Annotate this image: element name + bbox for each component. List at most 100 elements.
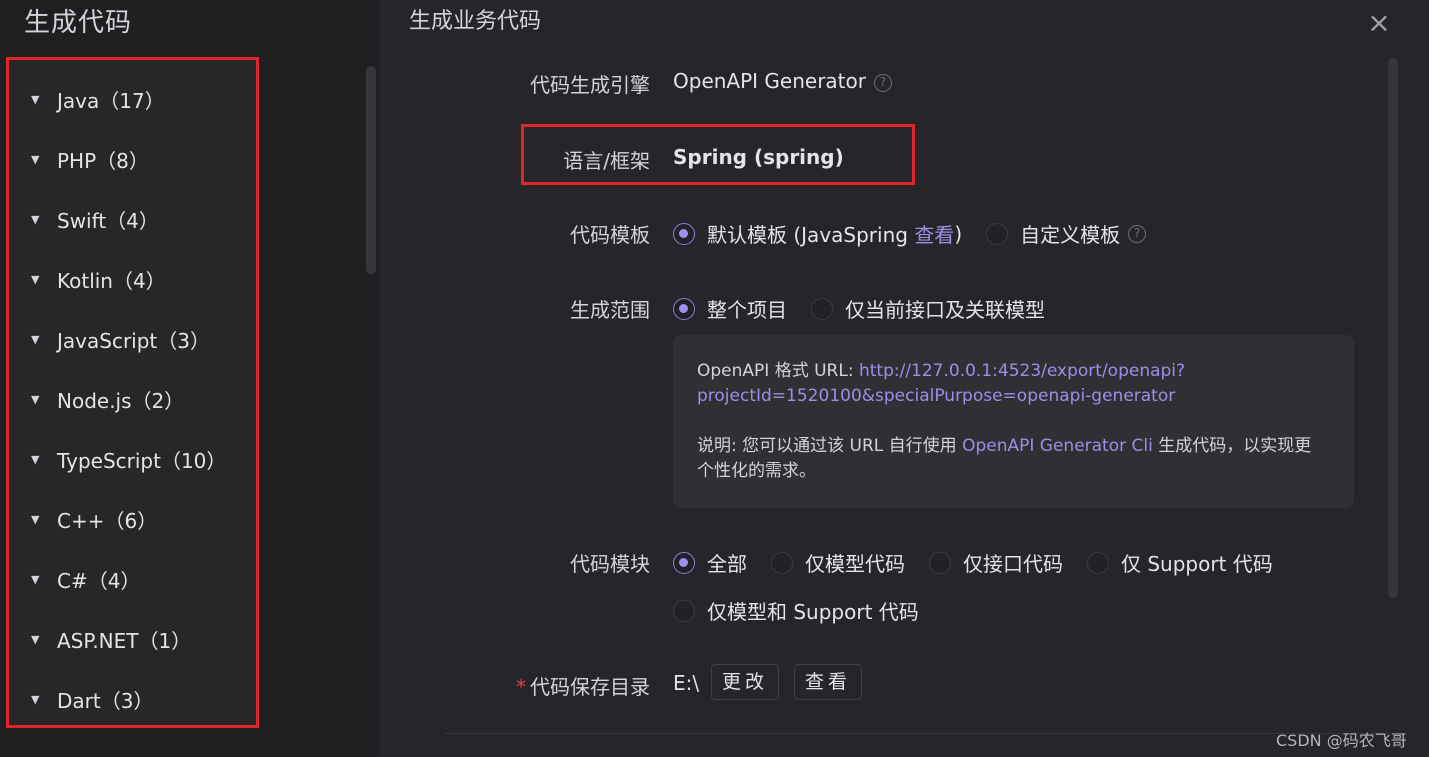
scope-radio-group: 整个项目 仅当前接口及关联模型 — [673, 294, 1069, 323]
view-dir-button[interactable]: 查看 — [794, 664, 862, 700]
watermark: CSDN @码农飞哥 — [1276, 731, 1407, 750]
radio-unselected[interactable] — [986, 222, 1009, 245]
caret-down-icon: ▼ — [31, 392, 40, 406]
language-sidebar: 生成代码 ▼ Java（17） ▼ PHP（8） ▼ Swift（4） ▼ Kotlin… — [0, 0, 380, 757]
dialog-title: 生成业务代码 — [409, 9, 542, 34]
engine-label: 代码生成引擎 — [530, 73, 650, 97]
help-icon[interactable]: ? — [1128, 224, 1147, 243]
module-option-model[interactable]: 仅模型代码 — [771, 548, 905, 577]
caret-down-icon: ▼ — [31, 692, 40, 706]
radio-unselected[interactable] — [811, 297, 833, 320]
radio-selected[interactable] — [673, 297, 695, 320]
template-option-default[interactable]: 默认模板 (JavaSpring 查看) — [673, 219, 962, 248]
change-dir-button[interactable]: 更改 — [711, 664, 779, 700]
dialog-scrollbar[interactable] — [1388, 58, 1398, 598]
language-label: JavaScript（3） — [57, 328, 210, 353]
sidebar-title: 生成代码 — [24, 8, 133, 38]
url-line: OpenAPI 格式 URL: http://127.0.0.1:4523/ex… — [697, 359, 1330, 384]
scope-option-current[interactable]: 仅当前接口及关联模型 — [811, 294, 1045, 323]
help-icon[interactable]: ? — [873, 73, 892, 92]
openapi-info-box: OpenAPI 格式 URL: http://127.0.0.1:4523/ex… — [673, 335, 1354, 508]
language-label: PHP（8） — [57, 148, 149, 173]
module-api-text: 仅接口代码 — [963, 552, 1063, 576]
radio-unselected[interactable] — [1087, 551, 1109, 574]
language-item-csharp[interactable]: ▼ C#（4） — [31, 564, 140, 594]
module-radio-group: 全部 仅模型代码 仅接口代码 仅 Support 代码 — [673, 548, 1297, 577]
language-item-aspnet[interactable]: ▼ ASP.NET（1） — [31, 624, 191, 654]
save-dir-value: E:\ — [673, 671, 700, 695]
caret-down-icon: ▼ — [31, 332, 40, 346]
language-item-typescript[interactable]: ▼ TypeScript（10） — [31, 444, 226, 474]
template-default-suffix: ) — [954, 221, 963, 246]
caret-down-icon: ▼ — [31, 272, 40, 286]
template-radio-group: 默认模板 (JavaSpring 查看) 自定义模板? — [673, 219, 1170, 248]
footer-divider — [444, 733, 1404, 734]
language-label: ASP.NET（1） — [57, 628, 192, 653]
language-label: Node.js（2） — [57, 388, 185, 413]
caret-down-icon: ▼ — [31, 92, 40, 106]
language-label: C#（4） — [57, 568, 141, 593]
language-item-dart[interactable]: ▼ Dart（3） — [31, 684, 153, 714]
generate-dialog: 生成业务代码 × 代码生成引擎 OpenAPI Generator? 语言/框架… — [380, 0, 1429, 757]
module-all-text: 全部 — [707, 552, 747, 576]
view-template-link[interactable]: 查看 — [914, 219, 954, 248]
caret-down-icon: ▼ — [31, 212, 40, 226]
code-generation-screen: 生成代码 ▼ Java（17） ▼ PHP（8） ▼ Swift（4） ▼ Kotlin… — [0, 0, 1429, 757]
note-line: 说明: 您可以通过该 URL 自行使用 OpenAPI Generator Cl… — [697, 434, 1330, 459]
template-label: 代码模板 — [570, 223, 650, 247]
module-option-model-support[interactable]: 仅模型和 Support 代码 — [673, 596, 919, 625]
close-icon[interactable]: × — [1366, 9, 1392, 37]
module-option-all[interactable]: 全部 — [673, 548, 747, 577]
generator-cli-link[interactable]: OpenAPI Generator Cli — [962, 436, 1153, 456]
note-line-2: 个性化的需求。 — [697, 461, 816, 481]
note-prefix: 说明: 您可以通过该 URL 自行使用 — [697, 436, 963, 456]
module-option-api[interactable]: 仅接口代码 — [929, 548, 1063, 577]
radio-unselected[interactable] — [929, 551, 951, 574]
language-label: Java（17） — [57, 88, 165, 113]
language-item-kotlin[interactable]: ▼ Kotlin（4） — [31, 264, 166, 294]
save-dir-label: 代码保存目录 — [530, 675, 650, 699]
language-label: 语言/框架 — [563, 149, 650, 173]
language-item-cpp[interactable]: ▼ C++（6） — [31, 504, 157, 534]
radio-unselected[interactable] — [771, 551, 793, 574]
language-item-javascript[interactable]: ▼ JavaScript（3） — [31, 324, 210, 354]
language-item-php[interactable]: ▼ PHP（8） — [31, 144, 149, 174]
template-option-custom[interactable]: 自定义模板? — [986, 219, 1147, 248]
module-model-support-text: 仅模型和 Support 代码 — [707, 600, 919, 624]
required-mark: * — [516, 675, 526, 699]
radio-selected[interactable] — [673, 551, 695, 574]
module-model-text: 仅模型代码 — [805, 552, 905, 576]
language-item-swift[interactable]: ▼ Swift（4） — [31, 204, 159, 234]
scope-option-project[interactable]: 整个项目 — [673, 294, 787, 323]
language-label: Swift（4） — [57, 208, 159, 233]
caret-down-icon: ▼ — [31, 152, 40, 166]
template-default-text: 默认模板 (JavaSpring — [707, 223, 915, 247]
language-label: TypeScript（10） — [57, 448, 227, 473]
radio-unselected[interactable] — [673, 599, 695, 622]
module-radio-group-row2: 仅模型和 Support 代码 — [673, 596, 943, 625]
save-dir-label-row: * 代码保存目录 — [380, 671, 650, 700]
language-label: C++（6） — [57, 508, 158, 533]
language-label: Kotlin（4） — [57, 268, 166, 293]
openapi-url-link-part1[interactable]: http://127.0.0.1:4523/export/openapi? — [859, 361, 1185, 381]
module-option-support[interactable]: 仅 Support 代码 — [1087, 548, 1273, 577]
openapi-url-link-part2[interactable]: projectId=1520100&specialPurpose=openapi… — [697, 386, 1175, 406]
module-label: 代码模块 — [570, 552, 650, 576]
sidebar-scrollbar[interactable] — [366, 66, 376, 274]
language-item-java[interactable]: ▼ Java（17） — [31, 84, 165, 114]
language-label: Dart（3） — [57, 688, 154, 713]
module-support-text: 仅 Support 代码 — [1121, 552, 1273, 576]
url-label: OpenAPI 格式 URL: — [697, 361, 859, 381]
engine-value: OpenAPI Generator — [673, 69, 866, 93]
engine-value-row: OpenAPI Generator? — [673, 69, 892, 93]
note-suffix: 生成代码，以实现更 — [1152, 436, 1312, 456]
language-item-nodejs[interactable]: ▼ Node.js（2） — [31, 384, 184, 414]
scope-current-text: 仅当前接口及关联模型 — [845, 298, 1045, 322]
caret-down-icon: ▼ — [31, 512, 40, 526]
caret-down-icon: ▼ — [31, 572, 40, 586]
url-line-2: projectId=1520100&specialPurpose=openapi… — [697, 384, 1330, 409]
scope-label: 生成范围 — [570, 298, 650, 322]
radio-selected[interactable] — [673, 222, 695, 245]
caret-down-icon: ▼ — [31, 632, 40, 646]
language-list: ▼ Java（17） ▼ PHP（8） ▼ Swift（4） ▼ Kotlin（4） ▼… — [6, 57, 259, 728]
